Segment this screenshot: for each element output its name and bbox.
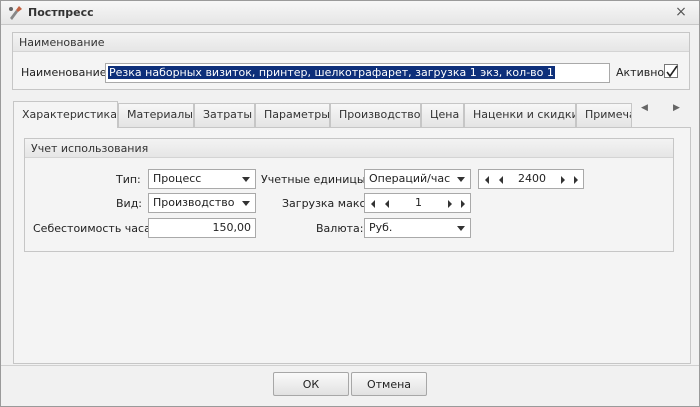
chevron-down-icon [457,177,465,182]
decrement-arrow-icon[interactable] [499,176,503,184]
first-arrow-icon[interactable] [371,200,375,208]
units-spinner-value: 2400 [518,172,546,185]
decrement-arrow-icon[interactable] [385,200,389,208]
usage-group: Учет использования Тип: Процесс Учетные … [24,138,674,252]
units-select-value: Операций/час [369,172,451,185]
first-arrow-icon[interactable] [485,176,489,184]
tab-price[interactable]: Цена [421,103,464,127]
currency-select[interactable]: Руб. [364,218,471,238]
units-spinner[interactable]: 2400 [478,169,584,189]
type-label: Тип: [116,173,141,186]
app-icon [7,5,23,21]
active-label: Активно [616,66,665,79]
cost-label: Себестоимость часа: [33,222,155,235]
name-group: Наименование Наименование: Резка наборны… [12,32,690,90]
tab-parameters[interactable]: Параметры [255,103,330,127]
cost-input[interactable]: 150,00 [148,218,256,238]
cancel-button[interactable]: Отмена [351,372,427,396]
last-arrow-icon[interactable] [461,200,465,208]
name-input-value: Резка наборных визиток, принтер, шелкотр… [108,66,555,79]
kind-select[interactable]: Производство [148,193,256,213]
tab-panel-characteristics: Учет использования Тип: Процесс Учетные … [13,127,691,364]
name-input[interactable]: Резка наборных визиток, принтер, шелкотр… [105,63,610,83]
kind-select-value: Производство [153,196,235,209]
dialog-window: Постпресс × Наименование Наименование: Р… [0,0,700,407]
increment-arrow-icon[interactable] [561,176,565,184]
currency-select-value: Руб. [369,221,393,234]
footer-divider [1,365,699,366]
active-checkbox[interactable] [664,64,678,78]
check-icon [666,65,678,78]
title-bar[interactable]: Постпресс × [1,1,699,25]
tab-bar: Характеристика Материалы Затраты Парамет… [13,101,691,128]
name-label: Наименование: [21,66,111,79]
currency-label: Валюта: [316,222,364,235]
type-select-value: Процесс [153,172,202,185]
increment-arrow-icon[interactable] [448,200,452,208]
tab-materials[interactable]: Материалы [118,103,194,127]
type-select[interactable]: Процесс [148,169,256,189]
units-label: Учетные единицы: [261,173,370,186]
ok-button[interactable]: ОК [273,372,349,396]
name-group-header: Наименование [13,33,689,52]
units-select[interactable]: Операций/час [364,169,471,189]
load-spinner-value: 1 [415,196,422,209]
window-title: Постпресс [28,6,94,19]
tab-scroll-left-icon[interactable]: ◀ [641,103,648,113]
load-label: Загрузка макс: [282,197,370,210]
last-arrow-icon[interactable] [574,176,578,184]
tab-characteristics[interactable]: Характеристика [13,101,118,128]
tab-notes[interactable]: Примечан [576,103,632,127]
chevron-down-icon [242,201,250,206]
close-icon[interactable]: × [673,5,689,21]
chevron-down-icon [242,177,250,182]
kind-label: Вид: [116,197,143,210]
load-spinner[interactable]: 1 [364,193,471,213]
tab-markups-discounts[interactable]: Наценки и скидки [464,103,576,127]
usage-group-header: Учет использования [25,139,673,158]
tab-production[interactable]: Производство [330,103,421,127]
chevron-down-icon [457,226,465,231]
tab-scroll-right-icon[interactable]: ▶ [673,103,680,113]
tab-costs[interactable]: Затраты [194,103,255,127]
